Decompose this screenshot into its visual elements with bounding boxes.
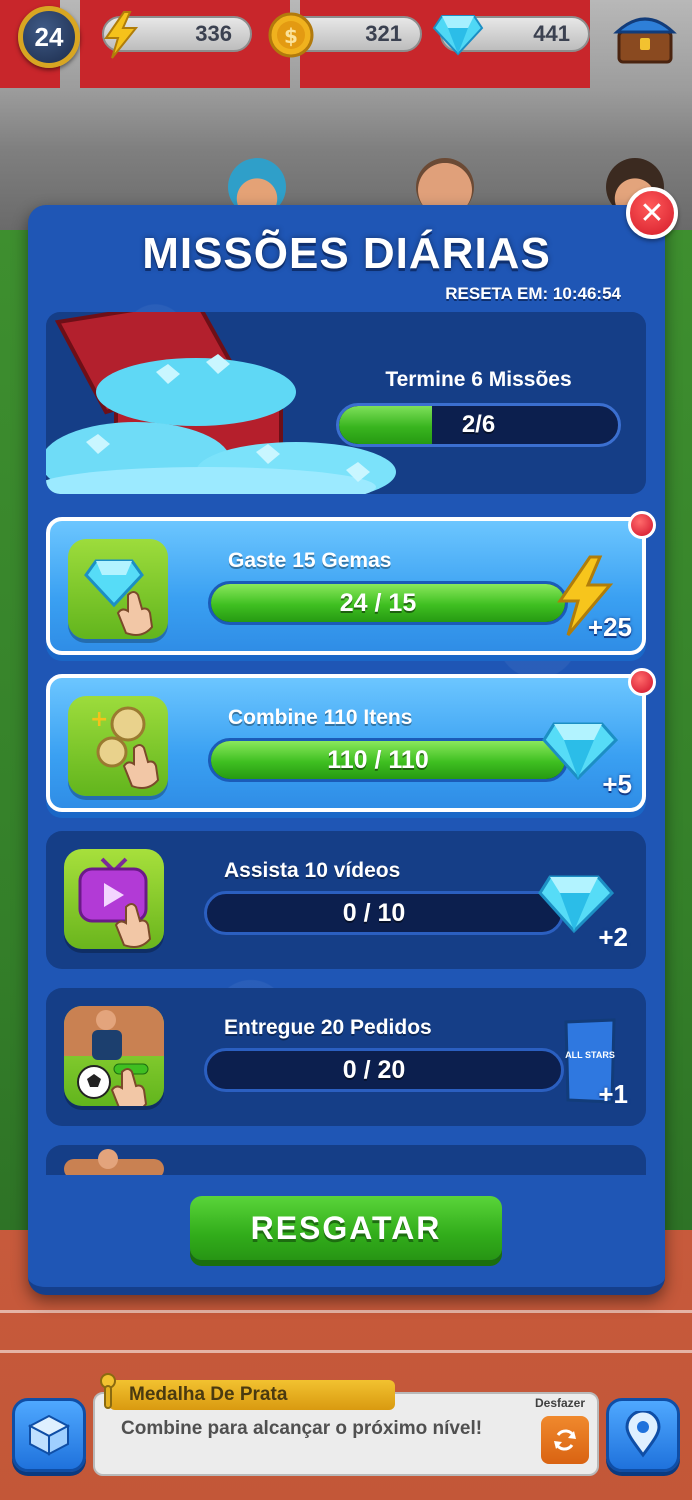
gem-icon (432, 15, 484, 56)
coin-icon: $ (268, 12, 314, 58)
mission-label: Gaste 15 Gemas (228, 549, 392, 572)
mission-progress-bar: 0 / 10 (204, 891, 564, 935)
track-lane-line (0, 1350, 692, 1353)
mission-reward: ALL STARS +1 (536, 1018, 636, 1112)
overall-progress-text: 2/6 (461, 411, 496, 438)
mission-progress-text: 0 / 20 (342, 1055, 406, 1084)
mission-progress-bar: 110 / 110 (208, 738, 568, 782)
level-info-box: Medalha De Prata Combine para alcançar o… (93, 1373, 599, 1476)
mission-label: Assista 10 vídeos (224, 859, 401, 882)
level-hint-text: Combine para alcançar o próximo nível! (121, 1418, 483, 1439)
track-lane-line (0, 1310, 692, 1313)
undo-button[interactable] (541, 1416, 589, 1464)
tv-video-icon (64, 849, 164, 949)
mission-card-merge-items[interactable]: + Combine 110 Itens 110 / 110 +5 (46, 668, 656, 812)
claim-button[interactable]: RESGATAR (190, 1196, 502, 1260)
pack-text: ALL STARS (565, 1050, 615, 1060)
close-icon: ✕ (639, 195, 665, 231)
mission-reward: +25 (540, 555, 640, 645)
player-order-icon (64, 1006, 164, 1106)
mission-progress-text: 110 / 110 (327, 745, 429, 774)
mission-label: Entregue 20 Pedidos (224, 1016, 432, 1039)
reward-amount: +25 (587, 612, 632, 642)
svg-text:+: + (90, 707, 108, 732)
overall-progress-bar: 2/6 (336, 403, 621, 447)
reward-amount: +2 (598, 922, 628, 952)
coins-value: 321 (365, 21, 402, 46)
mission-card-partial (46, 1145, 646, 1175)
box-icon (27, 1414, 71, 1456)
lightning-icon (104, 11, 139, 59)
energy-value: 336 (195, 21, 232, 46)
modal-title: MISSÕES DIÁRIAS (142, 229, 551, 278)
overall-progress-panel: Termine 6 Missões 2/6 (46, 312, 646, 494)
top-hud: 24 336 321 $ 441 (0, 0, 692, 72)
level-badge[interactable]: 24 (18, 6, 80, 68)
close-button[interactable]: ✕ (626, 187, 678, 239)
reward-amount: +1 (598, 1079, 628, 1109)
mission-progress-text: 24 / 15 (339, 588, 417, 617)
mission-progress-text: 0 / 10 (342, 898, 406, 927)
mission-label: Combine 110 Itens (228, 706, 413, 729)
merge-coins-icon: + (68, 696, 168, 796)
shop-chest-icon[interactable] (613, 8, 677, 66)
mission-progress-bar: 0 / 20 (204, 1048, 564, 1092)
mission-reward: +5 (540, 712, 640, 802)
overall-mission-label: Termine 6 Missões (385, 368, 572, 391)
inventory-button[interactable] (12, 1398, 86, 1472)
mission-card-spend-gems[interactable]: Gaste 15 Gemas 24 / 15 +25 (46, 511, 656, 655)
reward-amount: +5 (602, 769, 632, 799)
mission-progress-bar: 24 / 15 (208, 581, 568, 625)
medal-label: Medalha De Prata (129, 1384, 288, 1405)
svg-text:$: $ (284, 24, 298, 48)
undo-label: Desfazer (535, 1396, 586, 1410)
gems-value: 441 (533, 21, 570, 46)
mission-card-watch-videos[interactable]: Assista 10 vídeos 0 / 10 +2 (46, 831, 646, 969)
mission-card-deliver-orders[interactable]: Entregue 20 Pedidos 0 / 20 ALL STARS +1 (46, 988, 646, 1126)
notification-dot (628, 668, 656, 696)
map-button[interactable] (606, 1398, 680, 1472)
map-pin-icon (625, 1411, 661, 1458)
medal-tag: Medalha De Prata (109, 1380, 395, 1410)
notification-dot (628, 511, 656, 539)
mission-reward: +2 (536, 865, 636, 955)
daily-missions-modal: MISSÕES DIÁRIAS RESETA EM: 10:46:54 Term… (28, 205, 665, 1295)
reset-timer: RESETA EM: 10:46:54 (445, 284, 621, 303)
modal-footer: RESGATAR (28, 1175, 665, 1287)
undo-icon (554, 1429, 576, 1451)
gem-tap-icon (68, 539, 168, 639)
pin-icon (100, 1373, 116, 1409)
